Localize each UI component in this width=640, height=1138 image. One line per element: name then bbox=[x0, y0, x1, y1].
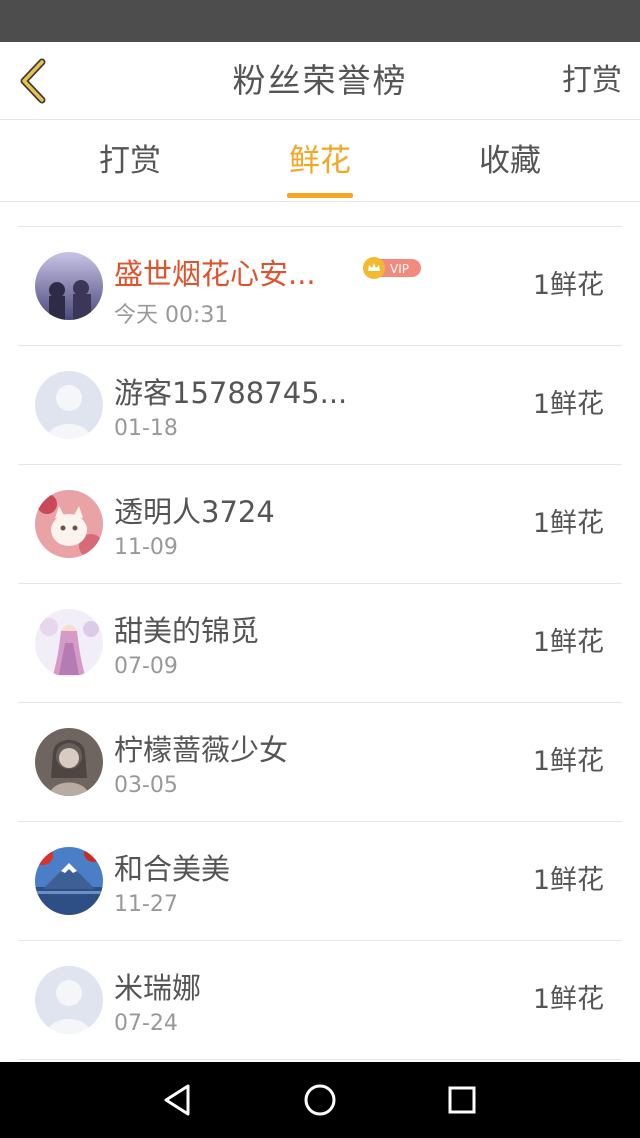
back-triangle-icon bbox=[164, 1084, 190, 1116]
user-name: 米瑞娜 bbox=[114, 971, 202, 1005]
reward-time: 11-09 bbox=[114, 535, 178, 560]
nav-home-button[interactable] bbox=[300, 1080, 340, 1120]
avatar-photo-girl-icon bbox=[35, 609, 103, 677]
active-tab-indicator bbox=[287, 193, 353, 198]
reward-time: 03-05 bbox=[114, 773, 178, 798]
user-name: 柠檬蔷薇少女 bbox=[114, 733, 289, 767]
list-item[interactable]: 甜美的锦觅 07-09 1鲜花 bbox=[18, 584, 622, 703]
avatar-photo-mountain-icon bbox=[35, 847, 103, 915]
tab-favorites[interactable]: 收藏 bbox=[430, 120, 590, 202]
reward-time: 今天 00:31 bbox=[114, 303, 229, 328]
list-item[interactable]: 盛世烟花心安... VIP 今天 00:31 1鲜花 bbox=[18, 227, 622, 346]
nav-recents-button[interactable] bbox=[442, 1080, 482, 1120]
reward-time: 07-09 bbox=[114, 654, 178, 679]
avatar-photo-people-icon bbox=[35, 252, 103, 320]
flower-count: 1鲜花 bbox=[532, 389, 604, 420]
back-button[interactable] bbox=[14, 58, 54, 104]
tab-reward[interactable]: 打赏 bbox=[50, 120, 210, 202]
page-title: 粉丝荣誉榜 bbox=[232, 61, 408, 100]
tab-bar: 打赏 鲜花 收藏 bbox=[0, 120, 640, 202]
list-item[interactable]: 游客15788745... 01-18 1鲜花 bbox=[18, 346, 622, 465]
avatar-photo-portrait-icon bbox=[35, 728, 103, 796]
avatar-photo-cat-icon bbox=[35, 490, 103, 558]
vip-badge: VIP bbox=[363, 257, 421, 279]
user-name: 和合美美 bbox=[114, 852, 231, 886]
flower-count: 1鲜花 bbox=[532, 270, 604, 301]
list-item[interactable]: 透明人3724 11-09 1鲜花 bbox=[18, 465, 622, 584]
app-header: 粉丝荣誉榜 打赏 bbox=[0, 42, 640, 120]
user-name: 游客15788745... bbox=[114, 376, 348, 410]
status-bar bbox=[0, 0, 640, 42]
flower-count: 1鲜花 bbox=[532, 984, 604, 1015]
nav-back-button[interactable] bbox=[158, 1080, 198, 1120]
list-item[interactable]: 柠檬蔷薇少女 03-05 1鲜花 bbox=[18, 703, 622, 822]
default-avatar-icon bbox=[35, 966, 103, 1034]
recents-square-icon bbox=[448, 1086, 476, 1114]
list-item[interactable]: 和合美美 11-27 1鲜花 bbox=[18, 822, 622, 941]
fan-list: 盛世烟花心安... VIP 今天 00:31 1鲜花 游客15788745...… bbox=[18, 226, 622, 1060]
chevron-left-icon bbox=[20, 58, 46, 104]
flower-count: 1鲜花 bbox=[532, 627, 604, 658]
reward-time: 07-24 bbox=[114, 1011, 178, 1036]
reward-time: 11-27 bbox=[114, 892, 178, 917]
user-name: 甜美的锦觅 bbox=[114, 614, 260, 648]
reward-button[interactable]: 打赏 bbox=[562, 42, 622, 120]
flower-count: 1鲜花 bbox=[532, 508, 604, 539]
system-nav-bar bbox=[0, 1062, 640, 1138]
home-circle-icon bbox=[304, 1084, 336, 1116]
user-name: 盛世烟花心安... bbox=[114, 257, 316, 291]
user-name: 透明人3724 bbox=[114, 495, 275, 529]
vip-badge-label: VIP bbox=[390, 262, 409, 276]
default-avatar-icon bbox=[35, 371, 103, 439]
flower-count: 1鲜花 bbox=[532, 746, 604, 777]
tab-flowers[interactable]: 鲜花 bbox=[240, 120, 400, 202]
list-item[interactable]: 米瑞娜 07-24 1鲜花 bbox=[18, 941, 622, 1060]
reward-time: 01-18 bbox=[114, 416, 178, 441]
flower-count: 1鲜花 bbox=[532, 865, 604, 896]
